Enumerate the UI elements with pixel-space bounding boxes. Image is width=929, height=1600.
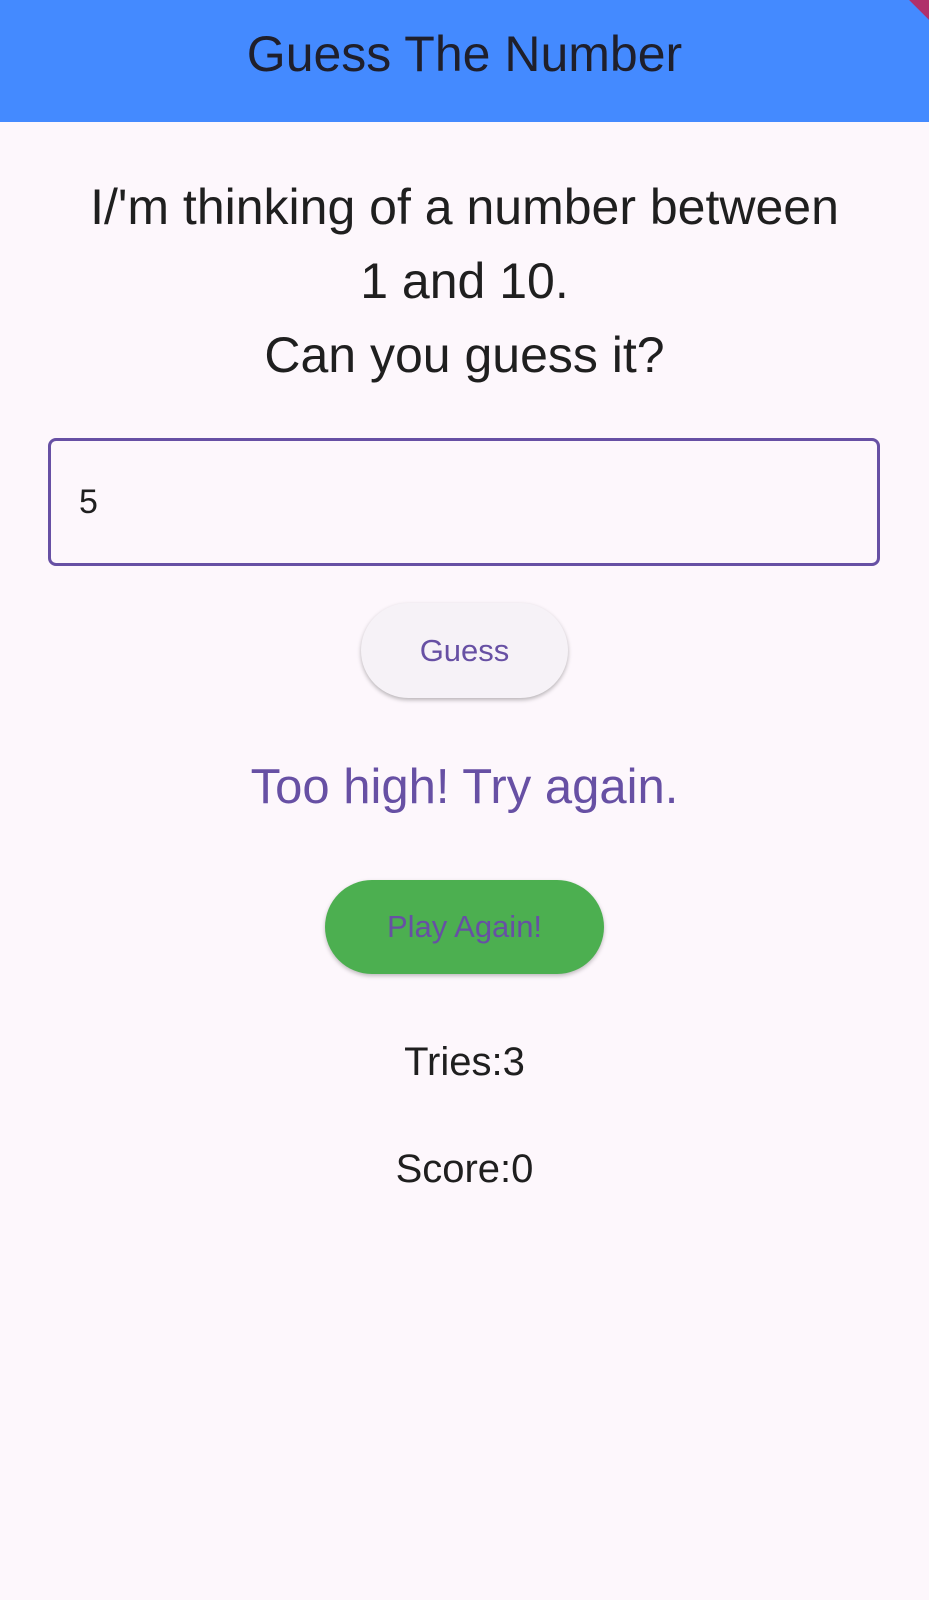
prompt-line-1: I/'m thinking of a number between <box>90 179 839 235</box>
guess-input-field[interactable] <box>48 438 880 566</box>
tries-counter: Tries:3 <box>404 1040 525 1084</box>
guess-input[interactable] <box>51 441 877 563</box>
app-title: Guess The Number <box>246 26 683 82</box>
guess-button[interactable]: Guess <box>361 603 568 698</box>
score-counter: Score:0 <box>395 1147 534 1191</box>
prompt-line-3: Can you guess it? <box>264 327 665 383</box>
feedback-message: Too high! Try again. <box>250 760 679 814</box>
app-screen: { "app_bar": { "title": "Guess The Numbe… <box>0 0 929 1600</box>
prompt-line-2: 1 and 10. <box>360 253 569 309</box>
app-bar: Guess The Number <box>0 0 929 122</box>
game-prompt: I/'m thinking of a number between 1 and … <box>30 170 899 392</box>
play-again-button[interactable]: Play Again! <box>325 880 604 974</box>
